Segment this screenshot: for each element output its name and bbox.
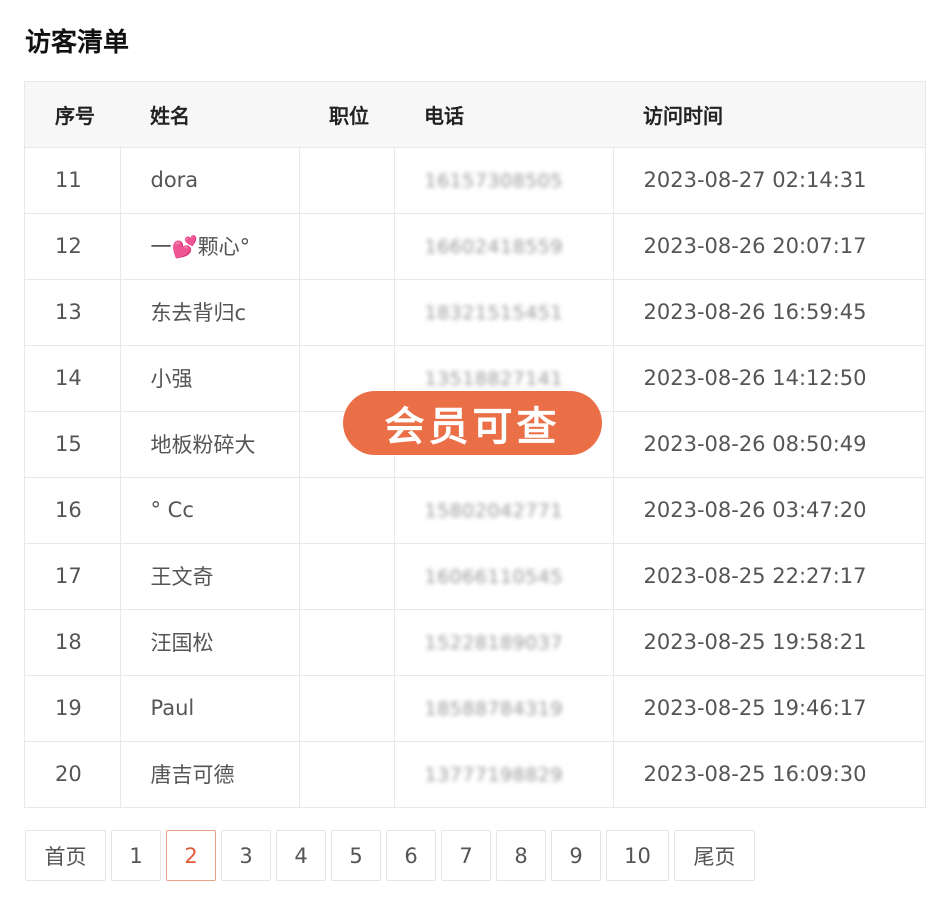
row-name: 小强 [120, 345, 300, 411]
row-name: 王文奇 [120, 543, 300, 609]
page-last-button[interactable]: 尾页 [674, 830, 755, 881]
row-name: ° Cc [120, 477, 300, 543]
row-phone: 16602418559 [394, 213, 614, 279]
table-row: 20 唐吉可德 13777198829 2023-08-25 16:09:30 [25, 741, 925, 807]
page-button-1[interactable]: 1 [111, 830, 161, 881]
row-visit-time: 2023-08-26 14:12:50 [643, 366, 867, 390]
header-time: 访问时间 [643, 103, 723, 128]
row-phone: 13777198829 [394, 741, 614, 807]
row-number: 18 [25, 609, 121, 675]
table-row: 19 Paul 18588784319 2023-08-25 19:46:17 [25, 675, 925, 741]
row-number: 17 [25, 543, 121, 609]
row-phone: 16066110545 [394, 543, 614, 609]
page-button-7[interactable]: 7 [441, 830, 491, 881]
row-name: 汪国松 [120, 609, 300, 675]
row-phone: 16157308505 [394, 147, 614, 213]
row-position [299, 477, 395, 543]
page-button-8[interactable]: 8 [496, 830, 546, 881]
header-phone: 电话 [424, 103, 464, 128]
row-name: 一💕颗心° [120, 213, 300, 279]
header-position: 职位 [329, 103, 369, 128]
row-name: Paul [120, 675, 300, 741]
page-button-10[interactable]: 10 [606, 830, 669, 881]
header-no: 序号 [55, 103, 95, 128]
table-row: 11 dora 16157308505 2023-08-27 02:14:31 [25, 147, 925, 213]
row-position [299, 675, 395, 741]
row-visit-time: 2023-08-26 08:50:49 [643, 432, 867, 456]
row-phone: 15802042771 [394, 477, 614, 543]
row-phone: 18321515451 [394, 279, 614, 345]
row-number: 16 [25, 477, 121, 543]
page-first-button[interactable]: 首页 [25, 830, 106, 881]
row-phone: 18588784319 [394, 675, 614, 741]
row-number: 11 [25, 147, 121, 213]
page-title: 访客清单 [25, 28, 130, 58]
row-position [299, 213, 395, 279]
masked-phone: 13777198829 [424, 764, 563, 787]
header-name: 姓名 [150, 103, 190, 128]
row-name: 唐吉可德 [120, 741, 300, 807]
table-row: 16 ° Cc 15802042771 2023-08-26 03:47:20 [25, 477, 925, 543]
masked-phone: 16066110545 [424, 566, 563, 588]
row-number: 20 [25, 741, 121, 807]
masked-phone: 16157308505 [424, 170, 563, 192]
row-visit-time: 2023-08-26 03:47:20 [643, 498, 867, 522]
row-visit-time: 2023-08-26 16:59:45 [643, 300, 867, 324]
pagination: 首页 1 2 3 4 5 6 7 8 9 10 尾页 [25, 830, 755, 881]
table-header-row: 序号 姓名 职位 电话 访问时间 [25, 82, 925, 147]
masked-phone: 18321515451 [424, 302, 563, 324]
row-name: 东去背归c [120, 279, 300, 345]
row-number: 12 [25, 213, 121, 279]
masked-phone: 15802042771 [424, 500, 563, 522]
masked-phone: 16602418559 [424, 236, 563, 258]
row-visit-time: 2023-08-25 19:58:21 [643, 630, 867, 654]
page-button-4[interactable]: 4 [276, 830, 326, 881]
row-visit-time: 2023-08-25 19:46:17 [643, 696, 867, 720]
page-button-2[interactable]: 2 [166, 830, 216, 881]
row-position [299, 279, 395, 345]
page-button-9[interactable]: 9 [551, 830, 601, 881]
masked-phone: 15228189037 [424, 632, 563, 654]
row-visit-time: 2023-08-26 20:07:17 [643, 234, 867, 258]
row-position [299, 741, 395, 807]
row-number: 15 [25, 411, 121, 477]
table-row: 13 东去背归c 18321515451 2023-08-26 16:59:45 [25, 279, 925, 345]
row-number: 14 [25, 345, 121, 411]
row-position [299, 609, 395, 675]
row-name: 地板粉碎大 [120, 411, 300, 477]
page-button-3[interactable]: 3 [221, 830, 271, 881]
table-row: 17 王文奇 16066110545 2023-08-25 22:27:17 [25, 543, 925, 609]
member-only-badge[interactable]: 会员可查 [343, 391, 602, 455]
row-visit-time: 2023-08-25 16:09:30 [643, 762, 867, 787]
row-number: 19 [25, 675, 121, 741]
masked-phone: 18588784319 [424, 698, 563, 720]
row-position [299, 147, 395, 213]
row-number: 13 [25, 279, 121, 345]
page-button-5[interactable]: 5 [331, 830, 381, 881]
masked-phone: 13518827141 [424, 368, 563, 390]
row-visit-time: 2023-08-25 22:27:17 [643, 564, 867, 588]
row-name: dora [120, 147, 300, 213]
row-phone: 15228189037 [394, 609, 614, 675]
page-button-6[interactable]: 6 [386, 830, 436, 881]
table-row: 18 汪国松 15228189037 2023-08-25 19:58:21 [25, 609, 925, 675]
row-position [299, 543, 395, 609]
row-visit-time: 2023-08-27 02:14:31 [643, 168, 867, 192]
table-row: 12 一💕颗心° 16602418559 2023-08-26 20:07:17 [25, 213, 925, 279]
